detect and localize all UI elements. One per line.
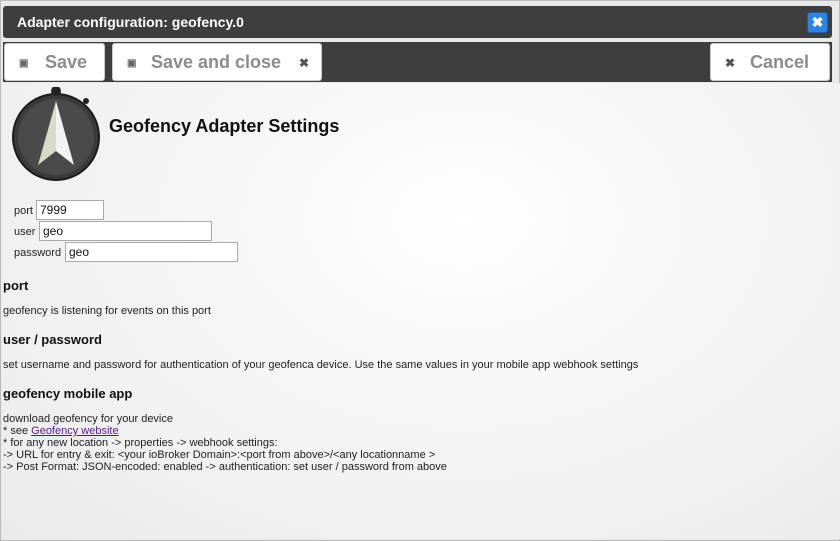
see-prefix: * see [3, 425, 32, 437]
user-password-heading: user / password [3, 332, 102, 347]
mobile-app-download-text: download geofency for your device [3, 413, 173, 425]
floppy-disk-icon: ▣ [19, 58, 29, 69]
cancel-label: Cancel [750, 52, 810, 72]
floppy-disk-icon: ▣ [127, 58, 137, 69]
user-input[interactable] [39, 221, 212, 241]
close-button[interactable]: ✖ [807, 12, 828, 33]
geofency-logo [12, 87, 100, 181]
toolbar: ▣ Save ▣ Save and close ✖ ✖ Cancel [3, 42, 832, 82]
save-label: Save [45, 52, 88, 72]
save-and-close-button[interactable]: ▣ Save and close ✖ [112, 43, 322, 81]
dialog-title: Adapter configuration: geofency.0 [17, 14, 244, 30]
port-help-text: geofency is listening for events on this… [3, 305, 211, 317]
cancel-button[interactable]: ✖ Cancel [710, 43, 830, 81]
close-icon: ✖ [811, 14, 824, 30]
geofency-website-link[interactable]: Geofency website [31, 425, 118, 437]
port-input[interactable] [36, 200, 104, 220]
port-label: port [14, 205, 33, 217]
user-label: user [14, 226, 36, 238]
x-icon: ✖ [725, 56, 736, 70]
user-password-help-text: set username and password for authentica… [3, 359, 639, 371]
password-label: password [14, 247, 62, 259]
port-heading: port [3, 278, 29, 293]
mobile-app-heading: geofency mobile app [3, 386, 133, 401]
dialog-titlebar[interactable]: Adapter configuration: geofency.0 ✖ [3, 6, 832, 38]
adapter-config-dialog: Adapter configuration: geofency.0 ✖ ▣ Sa… [0, 0, 840, 541]
post-format-line: -> Post Format: JSON-encoded: enabled ->… [3, 461, 447, 473]
password-input[interactable] [65, 242, 238, 262]
save-button[interactable]: ▣ Save [4, 43, 105, 81]
webhook-settings-line: * for any new location -> properties -> … [3, 437, 278, 449]
mobile-app-see-line: * see Geofency website [3, 425, 119, 437]
x-icon: ✖ [298, 56, 309, 70]
url-entry-exit-line: -> URL for entry & exit: <your ioBroker … [3, 449, 436, 461]
save-and-close-label: Save and close [151, 52, 282, 72]
settings-content: Geofency Adapter Settings port user pass… [2, 83, 840, 539]
page-title: Geofency Adapter Settings [109, 116, 340, 136]
